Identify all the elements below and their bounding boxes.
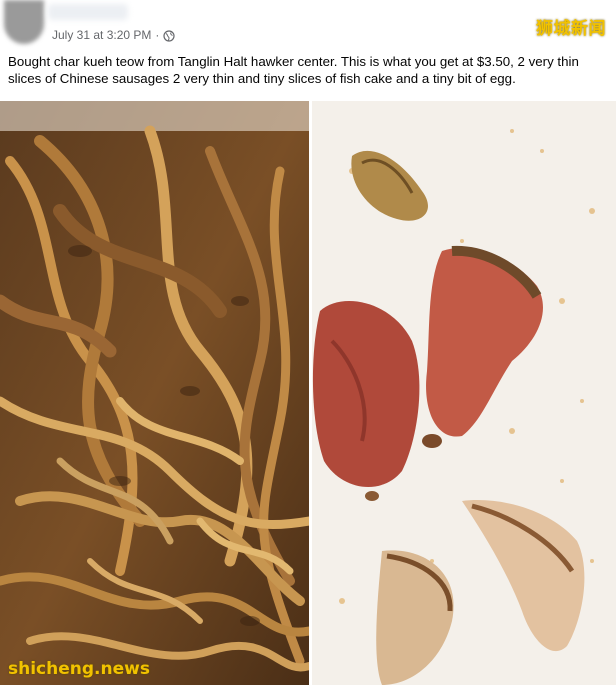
post-header: July 31 at 3:20 PM ·: [0, 0, 616, 50]
post-meta: July 31 at 3:20 PM ·: [52, 27, 175, 43]
globe-icon[interactable]: [163, 29, 175, 42]
avatar[interactable]: [4, 0, 44, 44]
post-caption: Bought char kueh teow from Tanglin Halt …: [8, 54, 579, 86]
post-timestamp[interactable]: July 31 at 3:20 PM: [52, 28, 151, 42]
photo-grid: shicheng.news: [0, 101, 616, 685]
photo-noodles[interactable]: [0, 101, 309, 685]
watermark-site: shicheng.news: [8, 659, 150, 679]
watermark-logo-top: 狮城新闻: [536, 19, 606, 39]
author-name-blurred[interactable]: [48, 4, 128, 20]
photo-toppings[interactable]: [312, 101, 616, 685]
meta-separator: ·: [155, 28, 160, 42]
